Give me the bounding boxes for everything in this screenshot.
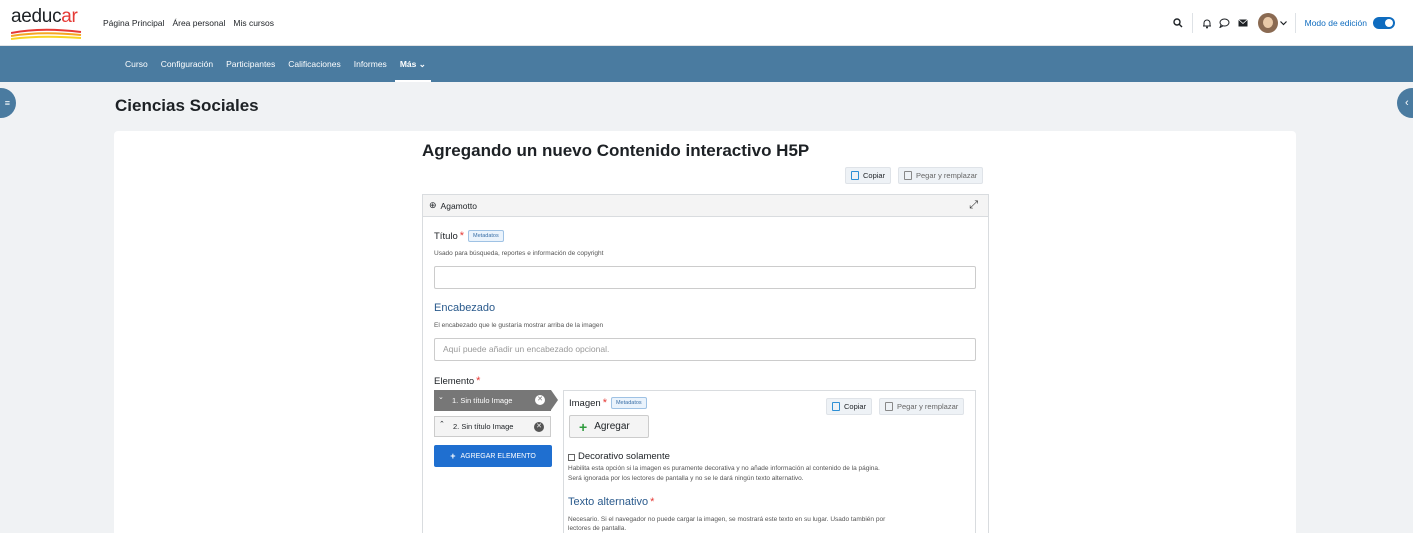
chevron-up-icon[interactable]: ⌃ [439,420,445,428]
nav-dashboard[interactable]: Área personal [172,18,225,28]
avatar[interactable] [1257,13,1278,33]
alt-help-line1: Necesario. Si el navegador no puede carg… [568,516,886,523]
decorative-checkbox[interactable] [568,454,575,461]
decorative-help-line1: Habilita esta opción si la imagen es pur… [568,465,880,472]
block-drawer-toggle[interactable]: ‹ [1397,88,1413,118]
remove-icon[interactable]: ✕ [534,422,544,432]
image-paste-replace-button[interactable]: Pegar y remplazar [879,398,965,415]
image-copy-button[interactable]: Copiar [826,398,873,415]
required-marker: * [650,496,655,508]
tab-course[interactable]: Curso [125,46,148,82]
add-element-label: AGREGAR ELEMENTO [460,452,536,460]
clipboard-icon [885,402,893,411]
tab-settings[interactable]: Configuración [161,46,213,82]
clipboard-icon [904,171,912,180]
alt-help-line2: lectores de pantalla. [568,525,627,532]
content-type-icon: ⊕ [429,200,437,210]
list-item[interactable]: ⌃ 2. Sin título Image ✕ [434,416,551,437]
list-item[interactable]: ⌄ 1. Sin título Image ✕ [434,390,558,411]
paste-replace-button[interactable]: Pegar y remplazar [898,167,984,184]
chevron-down-icon[interactable]: ⌄ [438,393,444,401]
bell-icon[interactable] [1198,14,1216,32]
element-field-label: Elemento * [434,375,480,387]
list-item-label: 1. Sin título Image [452,396,513,405]
copy-button-label: Copiar [863,171,886,180]
divider [1294,13,1296,33]
add-image-button[interactable]: + Agregar [569,415,649,438]
list-icon: ≡ [4,98,10,108]
decorative-help-line2: Será ignorada por los lectores de pantal… [568,475,804,482]
tab-more-label: Más [399,59,417,69]
alt-text-field-label: Texto alternativo * [568,496,654,508]
course-secondary-nav: Curso Configuración Participantes Califi… [0,46,1413,82]
image-field-label: Imagen * Metadatos [569,397,647,409]
heading-help: El encabezado que le gustaría mostrar ar… [434,322,604,329]
chevron-left-icon: ‹ [1405,97,1409,109]
image-label-text: Imagen [569,398,601,409]
required-marker: * [476,375,481,387]
edit-mode-label: Modo de edición [1304,18,1367,28]
copy-button-label: Copiar [844,402,867,411]
metadata-button[interactable]: Metadatos [468,230,504,242]
remove-icon[interactable]: ✕ [535,395,545,405]
fullscreen-icon[interactable]: ⤢ [969,199,978,212]
element-label-text: Elemento [434,376,475,387]
chevron-down-icon: ⌄ [418,59,426,69]
editor-header: ⊕ Agamotto ⤢ [423,195,988,217]
content-type-name: Agamotto [440,200,477,211]
tab-reports[interactable]: Informes [354,46,387,82]
metadata-button[interactable]: Metadatos [610,397,647,409]
add-element-button[interactable]: + AGREGAR ELEMENTO [434,445,552,467]
add-image-label: Agregar [594,421,630,432]
user-area: Modo de edición [1169,11,1395,35]
title-help: Usado para búsqueda, reportes e informac… [434,250,604,257]
title-input[interactable] [434,266,976,289]
top-navbar: aeducar Página Principal Área personal M… [0,0,1413,46]
page-title: Agregando un nuevo Contenido interactivo… [422,141,810,160]
edit-mode-toggle[interactable] [1373,17,1395,29]
tab-grades[interactable]: Calificaciones [288,46,340,82]
logo-text: aeducar [11,6,78,27]
required-marker: * [602,397,607,409]
nav-my-courses[interactable]: Mis cursos [233,18,274,28]
heading-field-label: Encabezado [434,302,496,314]
copy-icon [851,171,859,180]
plus-icon: + [450,451,456,461]
envelope-icon[interactable] [1234,14,1252,32]
paste-button-label: Pegar y remplazar [897,402,959,411]
site-logo[interactable]: aeducar [11,6,83,40]
divider [1191,13,1193,33]
course-index-toggle[interactable]: ≡ [0,88,16,118]
copy-icon [832,402,840,411]
nav-home[interactable]: Página Principal [103,18,164,28]
title-label-text: Título [434,231,458,242]
tab-more[interactable]: Más ⌄ [394,46,431,82]
primary-nav: Página Principal Área personal Mis curso… [103,18,274,28]
tab-participants[interactable]: Participantes [226,46,275,82]
logo-swoosh [11,28,82,40]
decorative-label: Decorativo solamente [578,451,670,462]
plus-icon: + [579,418,588,435]
course-title: Ciencias Sociales [115,96,259,115]
chevron-down-icon[interactable] [1278,14,1290,32]
alt-label-text: Texto alternativo [568,496,649,508]
title-field-label: Título * Metadatos [434,230,504,242]
search-icon[interactable] [1169,14,1187,32]
heading-input[interactable]: Aquí puede añadir un encabezado opcional… [434,338,976,361]
required-marker: * [459,230,465,242]
copy-button[interactable]: Copiar [845,167,892,184]
list-item-label: 2. Sin título Image [453,422,514,431]
paste-button-label: Pegar y remplazar [916,171,978,180]
chat-icon[interactable] [1216,14,1234,32]
